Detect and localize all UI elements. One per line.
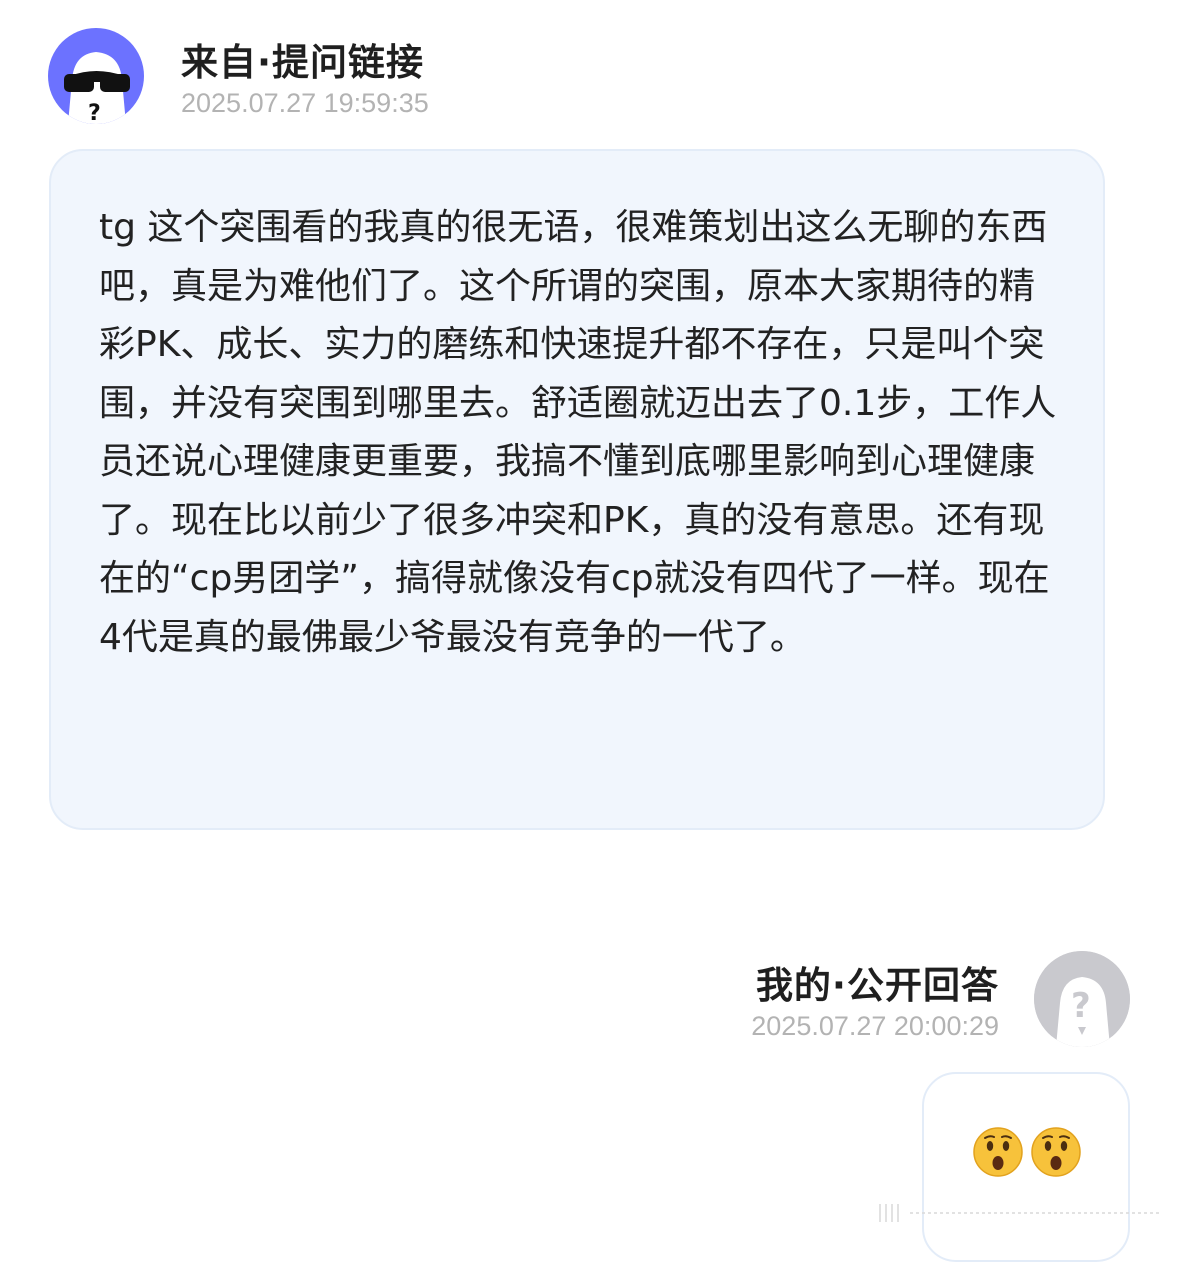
watermark-decoration — [879, 1204, 1160, 1222]
svg-text:?: ? — [88, 101, 101, 124]
answer-timestamp: 2025.07.27 20:00:29 — [751, 1011, 999, 1041]
answer-card — [922, 1072, 1130, 1262]
anonymous-question-avatar-icon: ? — [1034, 951, 1130, 1047]
question-card: tg 这个突围看的我真的很无语，很难策划出这么无聊的东西吧，真是为难他们了。这个… — [49, 149, 1105, 830]
responder-avatar: ? — [1034, 951, 1130, 1047]
asker-avatar: ? — [48, 28, 144, 124]
answer-title: 我的·公开回答 — [755, 964, 999, 1007]
question-body-text: tg 这个突围看的我真的很无语，很难策划出这么无聊的东西吧，真是为难他们了。这个… — [99, 207, 1057, 658]
question-source-title: 来自·提问链接 — [181, 41, 425, 84]
hushed-face-emoji-icon — [973, 1127, 1023, 1177]
question-timestamp: 2025.07.27 19:59:35 — [181, 88, 429, 118]
answer-emoji-row — [972, 1126, 1082, 1178]
svg-text:?: ? — [1071, 986, 1091, 1026]
sunglasses-face-icon: ? — [64, 52, 130, 124]
hushed-face-emoji-icon — [1031, 1127, 1081, 1177]
